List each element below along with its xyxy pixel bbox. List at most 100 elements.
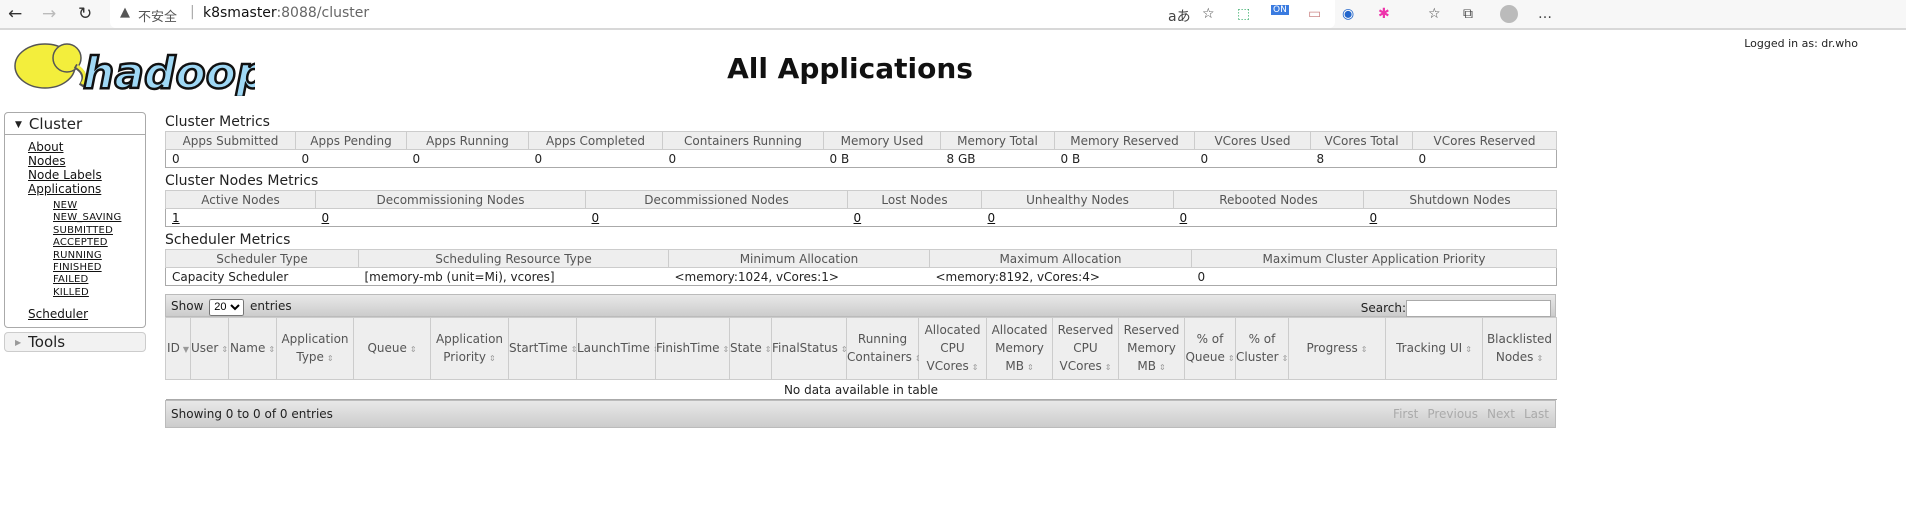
read-aloud-icon[interactable]: aあ	[1168, 6, 1191, 26]
sidebar-item-nodes[interactable]: Nodes	[5, 154, 145, 168]
column-header-sortable[interactable]: % of Cluster ⇕	[1235, 317, 1289, 380]
column-header-sortable[interactable]: StartTime ⇕	[508, 317, 577, 380]
extension-icon[interactable]: ▭	[1308, 6, 1321, 22]
metric-link[interactable]: 0	[1370, 211, 1378, 225]
search-label: Search:	[1360, 301, 1406, 315]
column-header-sortable[interactable]: Reserved CPU VCores ⇕	[1052, 317, 1119, 380]
pager-next-button[interactable]: Next	[1487, 407, 1515, 421]
sidebar-state-finished[interactable]: FINISHED	[5, 262, 145, 274]
search-input[interactable]	[1406, 300, 1551, 317]
sort-icon: ⇕	[268, 344, 276, 354]
cluster-section-toggle[interactable]: ▼ Cluster	[5, 113, 145, 135]
metric-link[interactable]: 0	[592, 211, 600, 225]
metric-cell: 0	[1173, 208, 1364, 227]
more-menu-icon[interactable]: …	[1538, 6, 1552, 22]
collections-icon[interactable]: ⧉	[1463, 6, 1473, 22]
reload-button[interactable]: ↻	[78, 4, 92, 24]
sort-icon: ▼	[182, 344, 189, 354]
column-header: Apps Pending	[295, 131, 407, 150]
column-header-sortable[interactable]: Progress ⇕	[1288, 317, 1386, 380]
metric-cell: [memory-mb (unit=Mi), vcores]	[358, 267, 669, 286]
metric-cell: 0	[1194, 149, 1311, 168]
sidebar-state-new-saving[interactable]: NEW_SAVING	[5, 212, 145, 224]
metric-cell: 0	[315, 208, 586, 227]
metric-cell: 0 B	[823, 149, 941, 168]
column-header-sortable[interactable]: FinalStatus ⇕	[771, 317, 848, 380]
metric-cell: 0	[1191, 267, 1557, 286]
pager-previous-button[interactable]: Previous	[1427, 407, 1478, 421]
sidebar-state-failed[interactable]: FAILED	[5, 274, 145, 286]
sidebar-state-new[interactable]: NEW	[5, 200, 145, 212]
metric-link[interactable]: 0	[1180, 211, 1188, 225]
metric-cell: 0	[406, 149, 529, 168]
sidebar-item-scheduler[interactable]: Scheduler	[5, 307, 145, 321]
section-title: Cluster Metrics	[165, 114, 270, 130]
column-header-sortable[interactable]: Allocated Memory MB ⇕	[986, 317, 1053, 380]
metric-cell: 0	[1363, 208, 1557, 227]
column-header: Scheduling Resource Type	[358, 249, 669, 268]
column-header-sortable[interactable]: % of Queue ⇕	[1184, 317, 1236, 380]
back-button[interactable]: ←	[8, 4, 22, 24]
entries-select[interactable]: 20	[209, 298, 245, 316]
metric-link[interactable]: 1	[172, 211, 180, 225]
column-header-sortable[interactable]: ID ▼	[165, 317, 191, 380]
column-header: Apps Completed	[528, 131, 663, 150]
sidebar-item-applications[interactable]: Applications	[5, 182, 145, 196]
column-label: LaunchTime	[577, 340, 650, 355]
extension-on-icon[interactable]: ON	[1271, 5, 1289, 15]
tools-section-toggle[interactable]: ▶ Tools	[4, 332, 146, 352]
sort-icon: ⇕	[1281, 353, 1289, 363]
sidebar-state-accepted[interactable]: ACCEPTED	[5, 237, 145, 249]
column-header-sortable[interactable]: Application Priority ⇕	[430, 317, 509, 380]
table-toolbar: Show 20 entries Search:	[165, 294, 1556, 317]
metric-cell: 0	[165, 149, 296, 168]
show-label: Show	[171, 299, 204, 313]
column-header-sortable[interactable]: Running Containers⇕	[846, 317, 922, 380]
column-label: Application Type	[281, 331, 349, 364]
column-label: Queue	[367, 340, 407, 355]
sidebar-item-node-labels[interactable]: Node Labels	[5, 168, 145, 182]
metric-link[interactable]: 0	[854, 211, 862, 225]
address-bar[interactable]: ▲ 不安全 | k8smaster:8088/cluster aあ ☆	[110, 0, 1335, 28]
column-header-sortable[interactable]: LaunchTime⇕	[576, 317, 660, 380]
browser-toolbar: ← → ↻ ▲ 不安全 | k8smaster:8088/cluster aあ …	[0, 0, 1906, 30]
sidebar-state-submitted[interactable]: SUBMITTED	[5, 225, 145, 237]
column-header-sortable[interactable]: Queue ⇕	[353, 317, 431, 380]
column-header-sortable[interactable]: Blacklisted Nodes ⇕	[1482, 317, 1557, 380]
forward-button[interactable]: →	[42, 4, 56, 24]
favorites-icon[interactable]: ☆	[1428, 6, 1441, 22]
extension-icon[interactable]: ◉	[1342, 6, 1354, 22]
pager-last-button[interactable]: Last	[1524, 407, 1549, 421]
sidebar-state-killed[interactable]: KILLED	[5, 287, 145, 299]
entries-label: entries	[250, 299, 292, 313]
extension-icon[interactable]: ⬚	[1237, 6, 1250, 22]
column-label: % of Cluster	[1236, 331, 1279, 364]
url-host: k8smaster	[203, 5, 277, 21]
column-label: State	[730, 340, 762, 355]
avatar[interactable]	[1500, 5, 1518, 23]
metric-cell: 0	[1412, 149, 1557, 168]
sidebar-state-running[interactable]: RUNNING	[5, 250, 145, 262]
column-header-sortable[interactable]: Tracking UI ⇕	[1385, 317, 1483, 380]
column-header-sortable[interactable]: Reserved Memory MB ⇕	[1118, 317, 1185, 380]
column-label: Name	[229, 340, 266, 355]
column-header-sortable[interactable]: Application Type ⇕	[276, 317, 354, 380]
add-favorite-icon[interactable]: ☆	[1202, 6, 1215, 22]
pagination: First Previous Next Last	[1384, 401, 1549, 428]
column-header-sortable[interactable]: Allocated CPU VCores ⇕	[918, 317, 987, 380]
column-header-sortable[interactable]: State ⇕	[729, 317, 772, 380]
metric-link[interactable]: 0	[322, 211, 330, 225]
column-header-sortable[interactable]: FinishTime ⇕	[655, 317, 730, 380]
column-header-sortable[interactable]: User ⇕	[190, 317, 229, 380]
url-text: k8smaster:8088/cluster	[203, 5, 369, 21]
sort-icon: ⇕	[764, 344, 772, 354]
extension-icon[interactable]: ✱	[1378, 6, 1390, 22]
tools-heading: Tools	[28, 333, 66, 351]
metric-cell: 1	[165, 208, 316, 227]
metric-link[interactable]: 0	[988, 211, 996, 225]
column-header: Rebooted Nodes	[1173, 190, 1364, 209]
sidebar-item-about[interactable]: About	[5, 140, 145, 154]
column-header-sortable[interactable]: Name ⇕	[228, 317, 277, 380]
pager-first-button[interactable]: First	[1393, 407, 1418, 421]
sort-icon: ⇕	[221, 344, 229, 354]
